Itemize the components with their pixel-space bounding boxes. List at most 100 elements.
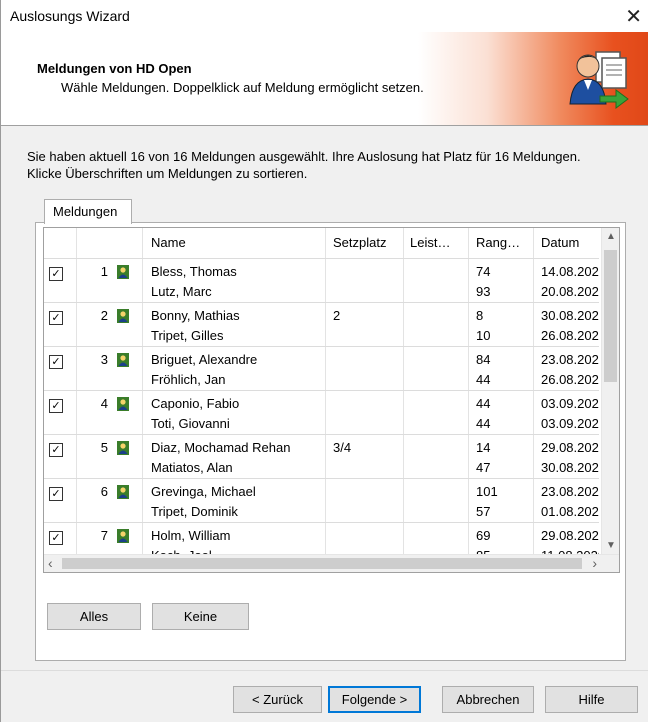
scroll-down-icon[interactable]: ▼ [606, 540, 616, 551]
table-row[interactable]: ✓ 3 Briguet, Alexandre Fröhlich, Jan 84 44 23.… [44, 346, 599, 391]
player-entry-icon [117, 529, 129, 543]
rang-value: 101 [476, 484, 498, 499]
rang-value: 44 [476, 396, 491, 411]
player-name: Grevinga, Michael [151, 484, 256, 499]
horizontal-scrollbar[interactable]: ‹ › [44, 554, 619, 572]
rang-value: 44 [476, 372, 491, 387]
rang-value: 47 [476, 460, 491, 475]
rang-value: 8 [476, 308, 484, 323]
table-row[interactable]: ✓ 5 Diaz, Mochamad Rehan Matiatos, Alan 3/4 1… [44, 434, 599, 479]
player-name: Briguet, Alexandre [151, 352, 258, 367]
column-header-leistung[interactable]: Leist… [410, 235, 450, 250]
selection-info-text: Sie haben aktuell 16 von 16 Meldungen au… [27, 149, 581, 181]
player-entry-icon [117, 353, 129, 367]
player-name: Inderbitzin, Dario [151, 572, 321, 573]
vertical-scrollbar[interactable]: ▲ ▼ [601, 228, 619, 554]
page-subtitle: Wähle Meldungen. Doppelklick auf Meldung… [61, 80, 424, 95]
row-checkbox[interactable]: ✓ [49, 443, 63, 457]
player-entry-icon [117, 485, 129, 499]
datum-value: 26.08.2020 [541, 372, 599, 387]
row-number: 7 [100, 528, 108, 543]
row-number: 3 [100, 352, 108, 367]
window-title: Auslosungs Wizard [10, 8, 130, 24]
row-number: 8 [84, 572, 108, 573]
footer-divider [1, 670, 648, 671]
player-entry-icon [117, 309, 129, 323]
player-name: Matiatos, Alan [151, 460, 233, 475]
player-name: Caponio, Fabio [151, 396, 240, 411]
row-checkbox[interactable]: ✓ [49, 531, 63, 545]
scroll-up-icon[interactable]: ▲ [606, 231, 616, 242]
entries-table[interactable]: Name Setzplatz Leist… Rang… Datum ✓ 1 Bles… [43, 227, 620, 573]
datum-value: 30.08.2020 [541, 308, 599, 323]
row-number: 2 [100, 308, 108, 323]
setzplatz-value: 2 [333, 308, 341, 323]
tab-meldungen[interactable]: Meldungen [44, 199, 132, 224]
row-number: 4 [100, 396, 108, 411]
column-header-rang[interactable]: Rang… [476, 235, 520, 250]
table-row[interactable]: ✓ 1 Bless, Thomas Lutz, Marc 74 93 14.08.2020 2… [44, 258, 599, 303]
rang-value: 74 [476, 264, 491, 279]
meldungen-panel: Name Setzplatz Leist… Rang… Datum ✓ 1 Bles… [35, 222, 626, 661]
rang-value: 14 [476, 440, 491, 455]
datum-value: 01.08.2020 [541, 504, 599, 519]
player-name: Tripet, Gilles [151, 328, 224, 343]
row-checkbox[interactable]: ✓ [49, 487, 63, 501]
rang-value: 69 [476, 528, 491, 543]
horizontal-scroll-thumb[interactable] [62, 558, 582, 569]
datum-value: 29.08.2020 [541, 440, 599, 455]
rang-value: 57 [476, 504, 491, 519]
row-checkbox[interactable]: ✓ [49, 355, 63, 369]
column-header-datum[interactable]: Datum [541, 235, 579, 250]
player-name: Fröhlich, Jan [151, 372, 226, 387]
player-name: Bonny, Mathias [151, 308, 240, 323]
scroll-right-icon[interactable]: › [592, 555, 597, 571]
datum-value: 30.08.2020 [541, 460, 599, 475]
close-icon[interactable]: ✕ [625, 4, 642, 29]
table-row[interactable]: ✓ 2 Bonny, Mathias Tripet, Gilles 2 8 10 30.08.… [44, 302, 599, 347]
tab-label: Meldungen [53, 204, 118, 219]
datum-value: 29.08.2020 [541, 528, 599, 543]
player-name: Tripet, Dominik [151, 504, 238, 519]
keine-button[interactable]: Keine [152, 603, 249, 630]
next-button[interactable]: Folgende > [328, 686, 421, 713]
setzplatz-value: 3/4 [333, 440, 352, 455]
back-button[interactable]: < Zurück [233, 686, 322, 713]
rang-value: 10 [476, 328, 491, 343]
player-name: Holm, William [151, 528, 231, 543]
scroll-left-icon[interactable]: ‹ [48, 555, 53, 571]
help-button[interactable]: Hilfe [545, 686, 638, 713]
column-header-setzplatz[interactable]: Setzplatz [333, 235, 386, 250]
player-entry-icon [117, 265, 129, 279]
table-row[interactable]: ✓ 6 Grevinga, Michael Tripet, Dominik 101 57 2… [44, 478, 599, 523]
column-header-name[interactable]: Name [151, 235, 186, 250]
player-name: Toti, Giovanni [151, 416, 230, 431]
rang-value: 93 [476, 284, 491, 299]
datum-value: 20.08.2020 [541, 284, 599, 299]
row-checkbox[interactable]: ✓ [49, 399, 63, 413]
row-checkbox[interactable]: ✓ [49, 267, 63, 281]
rang-value: 84 [476, 352, 491, 367]
alles-button[interactable]: Alles [47, 603, 141, 630]
page-title: Meldungen von HD Open [37, 61, 192, 76]
player-name: Diaz, Mochamad Rehan [151, 440, 291, 455]
vertical-scroll-thumb[interactable] [604, 250, 617, 382]
datum-value: 23.08.2020 [541, 352, 599, 367]
datum-value: 03.08.2020 [541, 572, 599, 573]
cancel-button[interactable]: Abbrechen [442, 686, 534, 713]
row-number: 1 [100, 264, 108, 279]
player-name: Lutz, Marc [151, 284, 212, 299]
datum-value: 23.08.2020 [541, 484, 599, 499]
user-document-wizard-icon [569, 51, 629, 109]
row-checkbox[interactable]: ✓ [49, 311, 63, 325]
datum-value: 14.08.2020 [541, 264, 599, 279]
title-bar[interactable]: Auslosungs Wizard ✕ [1, 0, 648, 32]
datum-value: 03.09.2020 [541, 416, 599, 431]
row-number: 6 [100, 484, 108, 499]
rang-value: 63 [476, 572, 531, 573]
datum-value: 26.08.2020 [541, 328, 599, 343]
player-name: Bless, Thomas [151, 264, 237, 279]
table-row[interactable]: ✓ 4 Caponio, Fabio Toti, Giovanni 44 44 03.09.… [44, 390, 599, 435]
player-entry-icon [117, 397, 129, 411]
datum-value: 03.09.2020 [541, 396, 599, 411]
